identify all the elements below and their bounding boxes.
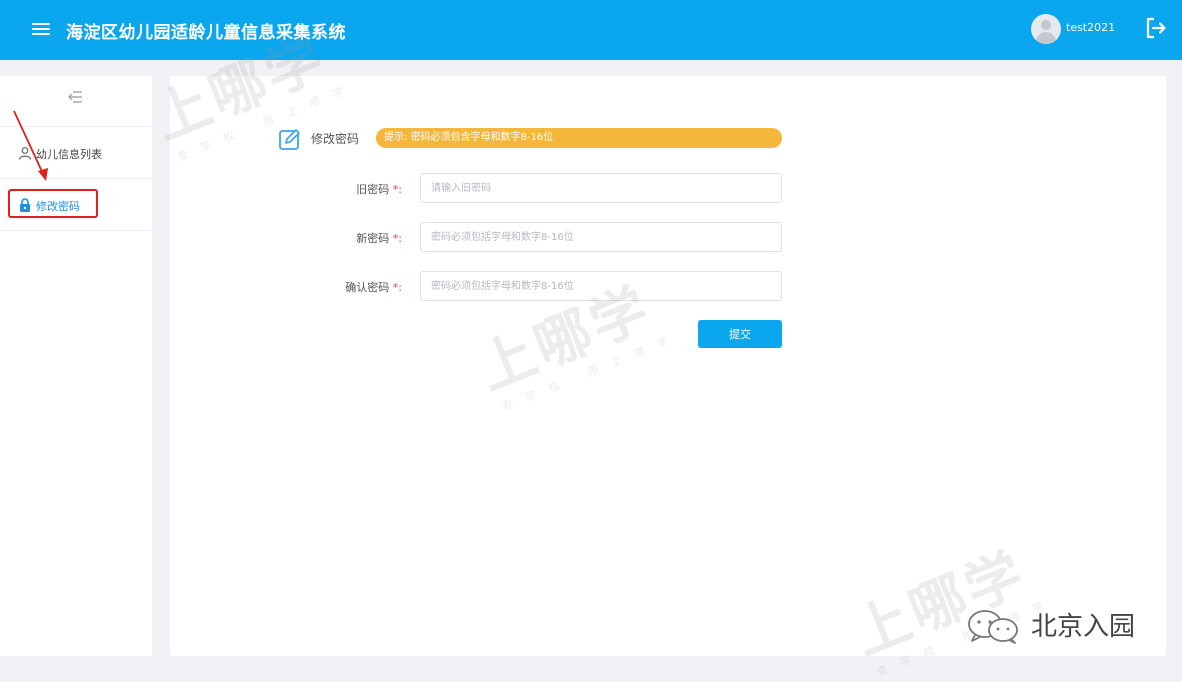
avatar[interactable] [1031,14,1061,44]
user-icon [18,147,32,160]
sidebar-divider [0,230,152,231]
sidebar-item-change-password[interactable]: 修改密码 [0,180,152,230]
menu-icon[interactable] [32,20,50,38]
sidebar-item-label: 幼儿信息列表 [36,148,102,161]
sidebar-item-child-list[interactable]: 幼儿信息列表 [0,128,152,178]
logout-icon[interactable] [1145,16,1167,40]
top-header: 海淀区幼儿园适龄儿童信息采集系统 test2021 [0,0,1182,60]
main-panel: 修改密码 提示: 密码必须包含字母和数字8-16位 旧密码 *: 新密码 *: … [170,76,1166,656]
sidebar-divider [0,126,152,127]
username[interactable]: test2021 [1066,21,1115,34]
sidebar-divider [0,178,152,179]
tip-badge: 提示: 密码必须包含字母和数字8-16位 [376,128,782,148]
old-password-label: 旧密码 *: [356,183,402,196]
form-title: 修改密码 [311,132,360,146]
lock-icon [20,198,30,212]
new-password-label: 新密码 *: [356,232,402,245]
confirm-password-label: 确认密码 *: [345,281,402,294]
new-password-input[interactable] [420,222,782,252]
edit-icon [279,129,300,150]
old-password-input[interactable] [420,173,782,203]
app-title: 海淀区幼儿园适龄儿童信息采集系统 [66,23,346,43]
confirm-password-input[interactable] [420,271,782,301]
sidebar: 幼儿信息列表 修改密码 [0,76,152,656]
sidebar-item-label: 修改密码 [36,200,80,213]
submit-button[interactable]: 提交 [698,320,782,348]
collapse-menu-icon[interactable] [67,89,83,105]
wechat-icon [968,610,1018,644]
wechat-account-name: 北京入园 [1031,612,1136,642]
